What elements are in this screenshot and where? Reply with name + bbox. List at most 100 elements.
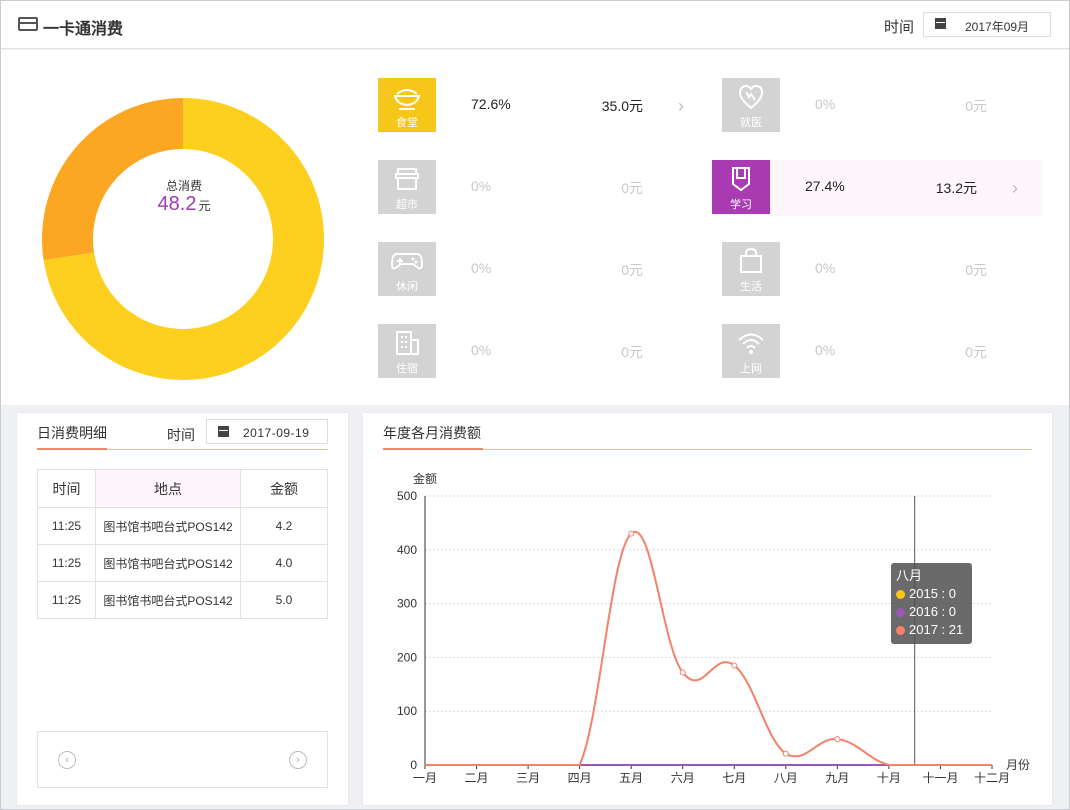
date-picker[interactable]: 2017-09-19	[206, 419, 328, 444]
cell-time: 11:25	[37, 544, 96, 582]
category-amount: 0元	[965, 262, 987, 278]
tooltip-row: 2016 : 0	[896, 603, 967, 621]
category-tile: 学习	[712, 160, 770, 214]
category-medical[interactable]: 就医 0% 0元	[722, 78, 1042, 134]
legend-dot	[896, 589, 905, 599]
y-tick-label: 200	[397, 650, 417, 664]
bowl-icon	[393, 89, 421, 110]
summary-panel: 总消费 48.2 元 食堂 72.6% 35.0元 › 超市 0% 0元 休闲 …	[1, 50, 1069, 405]
data-point[interactable]	[731, 662, 738, 669]
daily-title: 日消费明细	[37, 425, 107, 441]
date-label: 时间	[167, 427, 195, 443]
category-amount: 0元	[621, 344, 643, 360]
category-amount: 0元	[965, 344, 987, 360]
category-tile: 休闲	[378, 242, 436, 296]
cell-place: 图书馆书吧台式POS142	[95, 507, 241, 545]
column-header-amount: 金额	[240, 469, 328, 508]
column-header-time: 时间	[37, 469, 96, 508]
month-value: 2017年09月	[965, 20, 1030, 34]
total-amount: 48.2	[157, 193, 197, 215]
category-label: 休闲	[396, 281, 418, 293]
calendar-icon	[935, 18, 946, 29]
x-tick-label: 八月	[774, 771, 798, 785]
cell-place: 图书馆书吧台式POS142	[95, 544, 241, 582]
table-row: 11:25 图书馆书吧台式POS142 5.0	[37, 581, 328, 619]
category-percent: 0%	[471, 342, 492, 358]
tooltip-row: 2015 : 0	[896, 585, 967, 603]
data-point[interactable]	[679, 669, 686, 676]
category-leisure[interactable]: 休闲 0% 0元	[378, 242, 708, 298]
chart-tooltip: 八月 2015 : 0 2016 : 0 2017 : 21	[891, 563, 972, 644]
gamepad-icon	[391, 253, 423, 270]
category-amount: 13.2元	[935, 180, 977, 196]
y-tick-label: 0	[410, 758, 417, 772]
month-label: 时间	[884, 19, 915, 36]
column-header-place: 地点	[95, 469, 241, 508]
prev-page-button[interactable]: ‹	[58, 751, 76, 769]
title-underline	[383, 448, 483, 450]
category-tile: 住宿	[378, 324, 436, 378]
category-food[interactable]: 食堂 72.6% 35.0元 ›	[378, 78, 708, 134]
title-underline	[37, 448, 107, 450]
y-tick-label: 400	[397, 543, 417, 557]
tooltip-title: 八月	[896, 568, 923, 583]
card-icon	[18, 17, 38, 31]
cell-amount: 4.2	[240, 507, 328, 545]
x-tick-label: 六月	[671, 771, 695, 785]
total-unit: 元	[198, 199, 211, 213]
x-axis-title: 月份	[1006, 758, 1030, 772]
category-label: 就医	[740, 117, 762, 129]
tooltip-value: 2017 : 21	[909, 622, 964, 637]
y-tick-label: 300	[397, 597, 417, 611]
cell-time: 11:25	[37, 507, 96, 545]
bag-icon	[740, 248, 762, 273]
cell-time: 11:25	[37, 581, 96, 619]
chevron-right-icon: ›	[1012, 178, 1018, 198]
building-icon	[396, 331, 419, 355]
page-title: 一卡通消费	[43, 21, 124, 38]
category-dorm[interactable]: 住宿 0% 0元	[378, 324, 708, 380]
x-tick-label: 四月	[568, 771, 592, 785]
tooltip-value: 2015 : 0	[909, 586, 956, 601]
category-tile: 食堂	[378, 78, 436, 132]
category-amount: 0元	[621, 180, 643, 196]
category-percent: 0%	[815, 342, 836, 358]
x-tick-label: 三月	[516, 771, 540, 785]
next-page-button[interactable]: ›	[289, 751, 307, 769]
bookmark-icon	[732, 167, 750, 192]
store-icon	[395, 168, 419, 190]
cell-amount: 5.0	[240, 581, 328, 619]
category-study[interactable]: 学习 27.4% 13.2元 ›	[712, 160, 1042, 216]
data-point[interactable]	[782, 750, 789, 757]
category-amount: 35.0元	[601, 98, 643, 114]
data-point[interactable]	[628, 530, 635, 537]
category-label: 生活	[740, 281, 762, 293]
heart-icon	[738, 84, 764, 110]
data-point[interactable]	[834, 736, 841, 743]
x-tick-label: 一月	[413, 771, 437, 785]
monthly-title: 年度各月消费额	[383, 425, 481, 441]
category-internet[interactable]: 上网 0% 0元	[722, 324, 1042, 380]
category-tile: 就医	[722, 78, 780, 132]
x-tick-label: 十月	[877, 771, 901, 785]
legend-dot	[896, 625, 905, 635]
category-tile: 超市	[378, 160, 436, 214]
table-row: 11:25 图书馆书吧台式POS142 4.2	[37, 507, 328, 545]
x-tick-label: 二月	[465, 771, 489, 785]
tooltip-value: 2016 : 0	[909, 604, 956, 619]
month-picker[interactable]: 2017年09月	[923, 12, 1051, 37]
x-tick-label: 九月	[825, 771, 849, 785]
table-header-row: 时间 地点 金额	[37, 469, 328, 508]
x-tick-label: 十一月	[922, 771, 958, 785]
category-life[interactable]: 生活 0% 0元	[722, 242, 1042, 298]
cell-place: 图书馆书吧台式POS142	[95, 581, 241, 619]
category-label: 食堂	[396, 117, 418, 129]
category-market[interactable]: 超市 0% 0元	[378, 160, 708, 216]
wifi-icon	[738, 333, 764, 354]
category-tile: 上网	[722, 324, 780, 378]
x-tick-label: 五月	[619, 771, 643, 785]
table-row: 11:25 图书馆书吧台式POS142 4.0	[37, 544, 328, 582]
category-label: 超市	[396, 199, 418, 211]
daily-table: 时间 地点 金额 11:25 图书馆书吧台式POS142 4.2 11:25 图…	[37, 469, 328, 619]
cell-amount: 4.0	[240, 544, 328, 582]
